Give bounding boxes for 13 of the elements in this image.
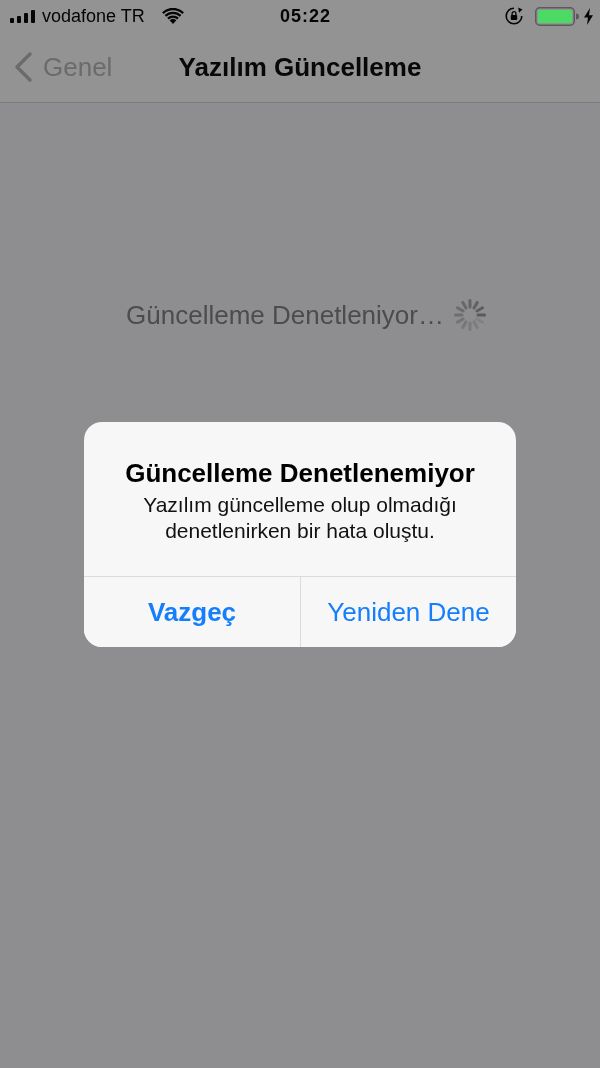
status-time: 05:22: [278, 5, 331, 27]
alert-title: Güncelleme Denetlenemiyor: [125, 458, 475, 488]
status-message: Güncelleme Denetleniyor…: [126, 300, 444, 330]
chevron-left-icon: [14, 52, 32, 82]
alert-message: Yazılım güncelleme olup olmadığı denetlenirken bir hata oluştu.: [142, 492, 458, 544]
orientation-lock-icon: [505, 7, 523, 25]
nav-title: Yazılım Güncelleme: [178, 52, 422, 82]
carrier-name: vodafone TR: [42, 5, 145, 27]
signal-icon: [10, 9, 36, 23]
action-button[interactable]: Yeniden Dene: [300, 577, 516, 647]
wifi-icon: [161, 8, 184, 24]
loading-spinner-icon: [453, 299, 486, 331]
battery-icon: [535, 6, 579, 26]
